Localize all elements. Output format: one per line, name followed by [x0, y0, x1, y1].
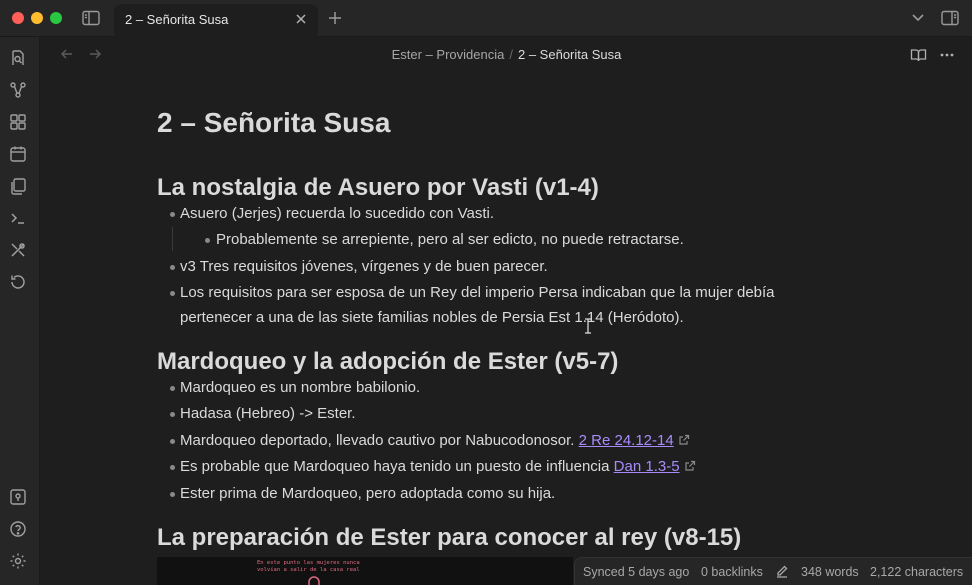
- more-options-icon[interactable]: [939, 47, 955, 63]
- indent-guide: [172, 227, 173, 251]
- external-link-icon: [684, 456, 696, 471]
- note-header: Ester – Providencia / 2 – Señorita Susa: [41, 37, 972, 73]
- bullet-icon: [170, 291, 175, 296]
- bullet-icon: [170, 465, 175, 470]
- tab-current-note[interactable]: 2 – Señorita Susa: [114, 4, 318, 37]
- text-cursor-icon: [584, 318, 592, 334]
- left-ribbon: [0, 37, 40, 585]
- sync-status[interactable]: Synced 5 days ago: [583, 565, 689, 579]
- list-item: Ester prima de Mardoqueo, pero adoptada …: [180, 485, 556, 502]
- character-count: 2,122 characters: [870, 565, 964, 579]
- list-item-continuation: pertenecer a una de las siete familias n…: [180, 309, 684, 326]
- sidebar-toggle-icon[interactable]: [82, 10, 100, 31]
- right-sidebar-icon[interactable]: [941, 10, 959, 31]
- settings-icon[interactable]: [9, 552, 27, 570]
- bullet-icon: [170, 212, 175, 217]
- bullet-icon: [170, 386, 175, 391]
- excalidraw-icon[interactable]: [9, 241, 27, 259]
- close-icon[interactable]: [294, 12, 308, 26]
- breadcrumb-current[interactable]: 2 – Señorita Susa: [518, 47, 621, 62]
- list-item-text: Mardoqueo deportado, llevado cautivo por…: [180, 432, 575, 449]
- edit-mode-icon[interactable]: [775, 564, 789, 581]
- minimize-window-button[interactable]: [31, 12, 43, 24]
- vault-icon[interactable]: [9, 488, 27, 506]
- external-link-icon: [678, 430, 690, 445]
- bullet-icon: [170, 412, 175, 417]
- list-item: Es probable que Mardoqueo haya tenido un…: [180, 455, 696, 479]
- breadcrumb: Ester – Providencia / 2 – Señorita Susa: [41, 47, 972, 62]
- embedded-drawing[interactable]: En este punto las mujeres nunca volvían …: [157, 557, 573, 585]
- bullet-icon: [170, 439, 175, 444]
- bullet-icon: [170, 265, 175, 270]
- bullet-icon: [170, 492, 175, 497]
- canvas-icon[interactable]: [9, 113, 27, 131]
- daily-note-icon[interactable]: [9, 145, 27, 163]
- reading-view-icon[interactable]: [910, 47, 927, 63]
- open-quick-switcher-icon[interactable]: [9, 49, 27, 67]
- command-palette-icon[interactable]: [9, 209, 27, 227]
- list-item: Mardoqueo es un nombre babilonio.: [180, 379, 421, 396]
- list-item: Los requisitos para ser esposa de un Rey…: [180, 284, 775, 301]
- templates-icon[interactable]: [9, 177, 27, 195]
- scripture-link[interactable]: Dan 1.3-5: [614, 458, 680, 475]
- list-item-text: Es probable que Mardoqueo haya tenido un…: [180, 458, 610, 475]
- breadcrumb-parent[interactable]: Ester – Providencia: [392, 47, 505, 62]
- section-heading-3: La preparación de Ester para conocer al …: [157, 524, 742, 551]
- history-icon[interactable]: [9, 273, 27, 291]
- status-bar: Synced 5 days ago 0 backlinks 348 words …: [574, 557, 972, 585]
- list-item-nested: Probablemente se arrepiente, pero al ser…: [216, 231, 684, 248]
- backlinks-count[interactable]: 0 backlinks: [701, 565, 763, 579]
- close-window-button[interactable]: [12, 12, 24, 24]
- bullet-icon: [205, 238, 210, 243]
- zoom-window-button[interactable]: [50, 12, 62, 24]
- graph-view-icon[interactable]: [9, 81, 27, 99]
- help-icon[interactable]: [9, 520, 27, 538]
- note-content[interactable]: 2 – Señorita Susa La nostalgia de Asuero…: [157, 105, 857, 551]
- section-heading-1: La nostalgia de Asuero por Vasti (v1-4): [157, 174, 599, 201]
- drawing-text: En este punto las mujeres nunca volvían …: [257, 560, 360, 573]
- chevron-down-icon[interactable]: [910, 11, 926, 30]
- word-count: 348 words: [801, 565, 859, 579]
- title-bar: 2 – Señorita Susa: [0, 0, 972, 37]
- scripture-link[interactable]: 2 Re 24.12-14: [579, 432, 674, 449]
- section-heading-2: Mardoqueo y la adopción de Ester (v5-7): [157, 348, 619, 375]
- tab-title: 2 – Señorita Susa: [125, 12, 229, 27]
- list-item: v3 Tres requisitos jóvenes, vírgenes y d…: [180, 258, 548, 275]
- breadcrumb-separator: /: [509, 47, 513, 62]
- plus-icon[interactable]: [327, 10, 343, 31]
- list-item: Hadasa (Hebreo) -> Ester.: [180, 405, 356, 422]
- note-title: 2 – Señorita Susa: [157, 107, 391, 138]
- list-item: Mardoqueo deportado, llevado cautivo por…: [180, 429, 690, 453]
- list-item: Asuero (Jerjes) recuerda lo sucedido con…: [180, 205, 495, 222]
- drawing-shape-icon: [308, 576, 320, 585]
